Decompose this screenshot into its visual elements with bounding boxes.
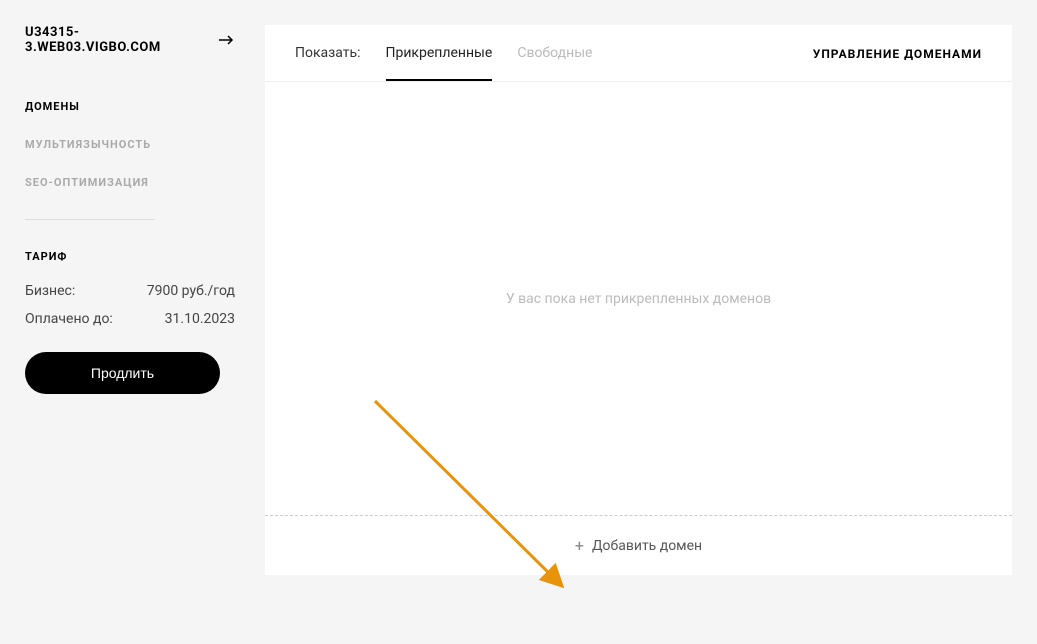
tariff-paid-value: 31.10.2023 xyxy=(165,311,235,327)
tariff-heading: ТАРИФ xyxy=(25,250,235,263)
add-domain-button[interactable]: + Добавить домен xyxy=(265,515,1012,575)
empty-state: У вас пока нет прикрепленных доменов xyxy=(265,82,1012,515)
sidebar-item-multilang[interactable]: МУЛЬТИЯЗЫЧНОСТЬ xyxy=(25,138,155,151)
tariff-paid-label: Оплачено до: xyxy=(25,311,113,327)
site-title-link[interactable]: U34315-3.WEB03.VIGBO.COM xyxy=(25,25,235,55)
add-domain-label: Добавить домен xyxy=(592,538,702,554)
arrow-right-icon xyxy=(219,35,235,45)
sidebar-item-seo[interactable]: SEO-ОПТИМИЗАЦИЯ xyxy=(25,176,155,189)
extend-button[interactable]: Продлить xyxy=(25,352,220,394)
manage-domains-link[interactable]: УПРАВЛЕНИЕ ДОМЕНАМИ xyxy=(813,47,982,79)
sidebar-item-domains[interactable]: ДОМЕНЫ xyxy=(25,100,155,113)
tab-attached[interactable]: Прикрепленные xyxy=(386,45,493,81)
tab-free[interactable]: Свободные xyxy=(517,45,592,81)
tariff-plan-value: 7900 руб./год xyxy=(147,283,235,299)
filter-label: Показать: xyxy=(295,45,361,61)
tariff-plan-label: Бизнес: xyxy=(25,283,75,299)
site-title-text: U34315-3.WEB03.VIGBO.COM xyxy=(25,25,211,55)
plus-icon: + xyxy=(575,536,584,555)
empty-message: У вас пока нет прикрепленных доменов xyxy=(506,291,771,307)
